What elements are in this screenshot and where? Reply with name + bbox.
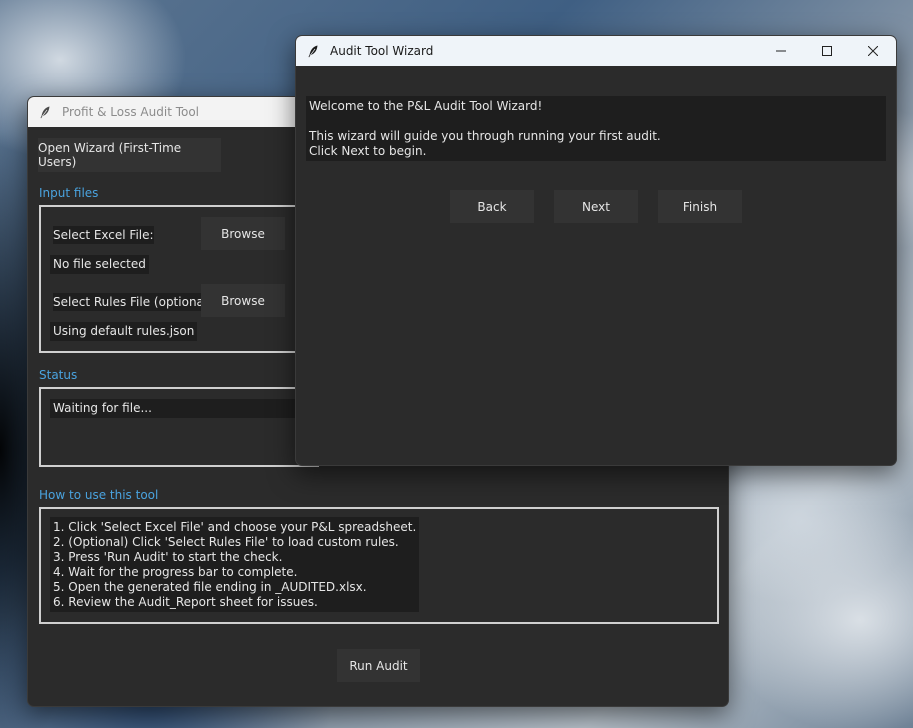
wizard-welcome-text: Welcome to the P&L Audit Tool Wizard! Th… — [306, 96, 886, 161]
minimize-icon[interactable] — [758, 36, 804, 66]
wizard-window-title: Audit Tool Wizard — [330, 44, 434, 58]
welcome-line — [309, 114, 883, 129]
wizard-window: Audit Tool Wizard Welcome to the P&L Aud… — [295, 35, 897, 466]
howto-line: 1. Click 'Select Excel File' and choose … — [53, 520, 417, 534]
next-button[interactable]: Next — [554, 190, 638, 223]
excel-file-status: No file selected — [50, 255, 149, 274]
wizard-titlebar[interactable]: Audit Tool Wizard — [296, 36, 896, 66]
howto-section-label: How to use this tool — [39, 488, 159, 502]
rules-file-status: Using default rules.json — [50, 322, 198, 341]
status-text: Waiting for file... — [50, 399, 300, 418]
select-rules-label: Select Rules File (optional): — [53, 293, 216, 311]
open-wizard-button[interactable]: Open Wizard (First-Time Users) — [38, 138, 221, 172]
input-files-label: Input files — [39, 186, 99, 200]
back-button[interactable]: Back — [450, 190, 534, 223]
welcome-line: Welcome to the P&L Audit Tool Wizard! — [309, 99, 543, 113]
browse-excel-button[interactable]: Browse — [201, 217, 285, 250]
browse-rules-button[interactable]: Browse — [201, 284, 285, 317]
close-icon[interactable] — [850, 36, 896, 66]
status-section-label: Status — [39, 368, 78, 382]
run-audit-button[interactable]: Run Audit — [337, 649, 420, 682]
feather-icon — [38, 105, 52, 119]
select-excel-label: Select Excel File: — [53, 226, 154, 244]
welcome-line: Click Next to begin. — [309, 144, 427, 158]
maximize-icon[interactable] — [804, 36, 850, 66]
howto-line: 2. (Optional) Click 'Select Rules File' … — [53, 535, 399, 549]
finish-button[interactable]: Finish — [658, 190, 742, 223]
main-window-title: Profit & Loss Audit Tool — [62, 105, 200, 119]
howto-text: 1. Click 'Select Excel File' and choose … — [50, 517, 420, 612]
howto-line: 5. Open the generated file ending in _AU… — [53, 580, 367, 594]
window-controls — [758, 36, 896, 66]
feather-icon — [306, 44, 320, 58]
howto-line: 3. Press 'Run Audit' to start the check. — [53, 550, 283, 564]
howto-line: 6. Review the Audit_Report sheet for iss… — [53, 595, 318, 609]
howto-line: 4. Wait for the progress bar to complete… — [53, 565, 298, 579]
welcome-line: This wizard will guide you through runni… — [309, 129, 661, 143]
